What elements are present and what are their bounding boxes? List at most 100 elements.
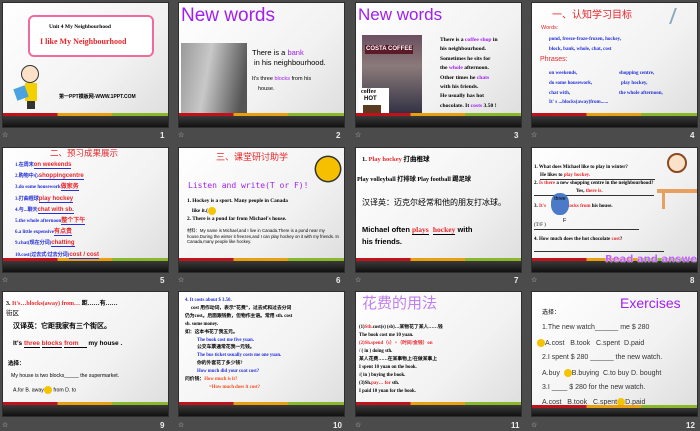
text: in his neighbourhood. <box>254 58 326 67</box>
slide-title: I like My Neighbourhood <box>40 37 127 46</box>
animation-icon[interactable]: ☆ <box>531 131 537 139</box>
cartoon-teacher-image <box>13 63 51 111</box>
blank-answer: blocks <box>41 340 63 348</box>
text: Sometimes he sits for <box>440 55 491 62</box>
answer: F <box>563 218 567 224</box>
text: blocks <box>274 76 291 82</box>
question: 1.The new watch______ me $ 280 <box>542 324 650 331</box>
text: 打曲棍球 <box>401 156 430 163</box>
text: with his friends. <box>440 84 479 91</box>
speech-bubble: three <box>551 193 569 215</box>
title-box <box>28 15 154 57</box>
text: the whole afternoon, <box>619 91 663 96</box>
slide-thumbnail-7[interactable]: 1. Play hockey 打曲棍球 Play volleyball 打排球 … <box>355 147 522 273</box>
animation-icon[interactable]: ☆ <box>178 421 184 429</box>
slide-title: 一、认知学习目标 <box>552 10 632 21</box>
animation-icon[interactable]: ☆ <box>355 276 361 284</box>
options: A.cost B.took C.spent D.paid <box>537 339 644 348</box>
smiley-headphones-icon <box>314 153 342 185</box>
pen-icon <box>669 8 695 24</box>
text: (3)Sh.pay… for sth. <box>359 381 400 386</box>
text: do some housework, <box>549 81 593 86</box>
smiley-icon <box>43 386 52 394</box>
text: He usually has hot <box>440 93 484 100</box>
slide-thumbnail-3[interactable]: New words COSTA COFFEE coffee HOT There … <box>355 2 522 128</box>
text: =How much does it cost? <box>209 384 260 390</box>
blank-answer: from <box>64 340 87 348</box>
text: sb. some money. <box>185 321 219 327</box>
smiley-icon <box>207 207 216 215</box>
text: (T/F ) <box>534 223 639 230</box>
slide-number: 11 <box>511 421 520 430</box>
text: 4. It costs about $ 3.50. <box>185 298 232 303</box>
slide-title: 花费的用法 <box>362 295 438 312</box>
list-item: 1.在周末on weekends <box>15 162 72 169</box>
subtitle: Listen and write(T or F)! <box>188 181 309 190</box>
text: on weekends, <box>549 71 578 76</box>
slide-thumbnail-8[interactable]: 1. What does Michael like to play in win… <box>531 147 698 273</box>
slide-thumbnail-6[interactable]: 三、课堂研讨助学 Listen and write(T or F)! 1. Ho… <box>178 147 345 273</box>
options: from D. to <box>53 387 77 394</box>
slide-thumbnail-2[interactable]: New words There is a bank in his neighbo… <box>178 2 345 128</box>
animation-icon[interactable]: ☆ <box>178 131 184 139</box>
slide-number: 6 <box>336 276 341 285</box>
question: 1. Hockey is a sport. Many people in Can… <box>187 198 288 204</box>
text: house. <box>258 86 275 92</box>
slide-number: 10 <box>333 421 342 430</box>
text: Play volleyball 打排球 Play football 踢足球 <box>357 176 471 183</box>
slide-thumbnail-4[interactable]: 一、认知学习目标 Words: pond, freeze-froze-froze… <box>531 2 698 128</box>
slide-number: 8 <box>690 276 695 285</box>
animation-icon[interactable]: ☆ <box>355 421 361 429</box>
list-item: 5.the whole afternoon整个下午 <box>15 218 86 226</box>
text: 仍为cost。后面跟钱数，但物作主语。常用 sth. cost <box>185 313 293 319</box>
slide-thumbnail-12[interactable]: Exercises 选择： 1.The new watch______ me $… <box>531 291 698 417</box>
text: hockey <box>432 225 456 235</box>
text: It's <box>539 204 546 209</box>
text: Other times he chats <box>440 74 490 81</box>
animation-icon[interactable]: ☆ <box>178 276 184 284</box>
slide-number: 3 <box>514 131 519 140</box>
animation-icon[interactable]: ☆ <box>2 276 8 284</box>
text: 选择： <box>542 310 561 316</box>
text: The bus ticket usually costs me one yuan… <box>197 353 282 359</box>
options: A.buy B.buying C.to buy D. bought <box>542 369 662 377</box>
slide-number: 5 <box>160 276 165 285</box>
animation-icon[interactable]: ☆ <box>355 131 361 139</box>
text: 选择： <box>8 361 25 367</box>
slide-thumbnail-11[interactable]: 花费的用法 (1)Sth.cost(s) (sb)…某物花了某人……钱 The … <box>355 291 522 417</box>
slide-thumbnail-10[interactable]: 4. It costs about $ 3.50. cost 用作动词，表示“花… <box>178 291 345 417</box>
slide-thumbnail-1[interactable]: Unit 4 My Neighbourhood I like My Neighb… <box>2 2 169 128</box>
answer: there is. <box>585 189 603 194</box>
list-item: 3.打曲棍球play hockey <box>15 195 74 203</box>
animation-icon[interactable]: ☆ <box>2 421 8 429</box>
text: the whole afternoon. <box>440 65 489 72</box>
question: 2. There is a pond far from Michael's ho… <box>187 216 287 222</box>
text: his house. <box>590 204 613 209</box>
slide-title: 三、课堂研讨助学 <box>216 152 289 162</box>
animation-icon[interactable]: ☆ <box>531 421 537 429</box>
text: There is a coffee shop in <box>440 37 498 43</box>
text: coffee <box>361 89 376 95</box>
animation-icon[interactable]: ☆ <box>2 131 8 139</box>
slide-thumbnail-5[interactable]: 二、预习成果展示 1.在周末on weekends 2.购物中心shopping… <box>2 147 169 273</box>
words-label: Words: <box>541 25 559 31</box>
slide-number: 9 <box>160 421 165 430</box>
text: It's…blocks(away) from… <box>12 301 81 307</box>
slide-thumbnail-9[interactable]: 3. It's…blocks(away) from… 距……有…… 街区 汉译英… <box>2 291 169 417</box>
list-item: 3.do some housework做家务 <box>15 184 79 192</box>
text: HOT <box>364 96 377 102</box>
phrases-label: Phrases: <box>540 56 568 63</box>
animation-icon[interactable]: ☆ <box>531 276 537 284</box>
shop-sign: COSTA COFFEE <box>365 45 414 54</box>
list-item: 6.a little expensive有点贵 <box>15 229 73 237</box>
list-item: 10.cost(过去式/过去分词)cost / cost <box>15 251 99 259</box>
site-label: 第一PPT模板网-WWW.1PPT.COM <box>59 94 136 100</box>
text: his friends. <box>362 237 403 246</box>
read-and-answer-banner: Read and answer! <box>605 254 698 265</box>
question: like it.( <box>192 208 208 215</box>
slide-title: New words <box>358 5 443 24</box>
text: 问价钱： <box>185 377 205 383</box>
text: The book cost me five yuan. <box>197 337 255 343</box>
text: How much did your coat cost? <box>197 369 260 375</box>
text: plays <box>412 225 429 235</box>
